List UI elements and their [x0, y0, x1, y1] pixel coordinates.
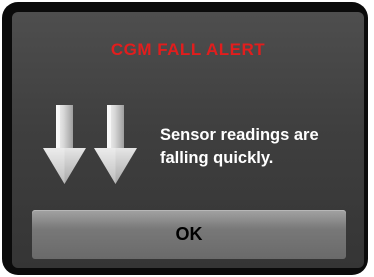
- alert-title: CGM FALL ALERT: [110, 40, 266, 59]
- ok-button[interactable]: OK: [32, 210, 346, 259]
- down-arrow-left: [43, 105, 86, 184]
- alert-message-line2: falling quickly.: [160, 149, 274, 167]
- down-arrow-right: [94, 105, 137, 184]
- alert-message: Sensor readings are falling quickly.: [160, 124, 356, 170]
- device-screen: CGM FALL ALERT Sensor readings are falli…: [2, 2, 368, 275]
- alert-message-line1: Sensor readings are: [160, 126, 319, 144]
- ok-button-label: OK: [175, 224, 203, 244]
- double-down-arrow-icon: [43, 104, 139, 186]
